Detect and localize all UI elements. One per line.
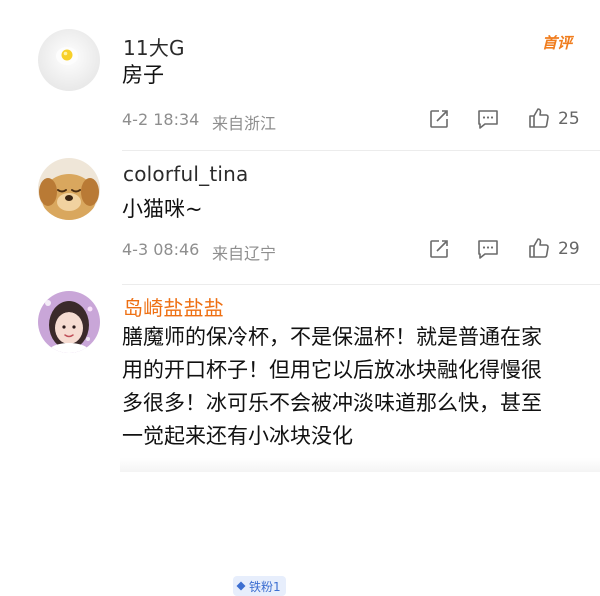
comment-icon	[478, 110, 498, 129]
share-icon	[430, 240, 448, 258]
comment-text: 房子	[122, 63, 164, 87]
comment-text-line: 膳魔师的保冷杯，不是保温杯！就是普通在家	[122, 325, 542, 349]
avatar[interactable]	[38, 291, 100, 353]
thumbs-up-icon	[529, 108, 549, 128]
fried-egg-avatar-icon	[38, 29, 100, 91]
reply-button[interactable]	[475, 106, 501, 132]
thumbs-up-icon	[529, 238, 549, 258]
comment-location: 来自浙江	[212, 114, 277, 133]
comment-text-line: 一觉起来还有小冰块没化	[122, 424, 353, 448]
reply-button[interactable]	[475, 236, 501, 262]
puppy-avatar-icon	[38, 158, 100, 220]
comment-icon	[478, 240, 498, 259]
comment-item: 11大G 房子 4-2 18:34 来自浙江 25	[0, 0, 600, 150]
username[interactable]: 11大G	[123, 32, 185, 61]
comment-text-line: 多很多！冰可乐不会被冲淡味道那么快，甚至	[122, 391, 542, 415]
fan-level-badge: 铁粉1	[233, 576, 286, 596]
share-button[interactable]	[426, 236, 452, 262]
fan-badge-label: 铁粉1	[249, 579, 281, 594]
comment-item: 岛崎盐盐盐 铁粉1 膳魔师的保冷杯，不是保温杯！就是普通在家 用的开口杯子！但用…	[0, 284, 600, 596]
share-button[interactable]	[426, 106, 452, 132]
share-icon	[430, 110, 448, 128]
comment-text-line: 用的开口杯子！但用它以后放冰块融化得慢很	[122, 358, 542, 382]
girl-avatar-icon	[38, 291, 100, 353]
next-row-edge	[120, 458, 600, 472]
username[interactable]: 岛崎盐盐盐	[123, 292, 224, 321]
comment-item: colorful_tina 小猫咪~ 4-3 08:46 来自辽宁 29	[0, 150, 600, 285]
diamond-icon	[236, 581, 246, 591]
comment-text: 小猫咪~	[122, 197, 203, 221]
comment-time: 4-2 18:34	[122, 110, 200, 129]
comment-location: 来自辽宁	[212, 244, 277, 263]
like-button[interactable]	[526, 105, 552, 131]
like-button[interactable]	[526, 235, 552, 261]
avatar[interactable]	[38, 158, 100, 220]
username[interactable]: colorful_tina	[123, 162, 248, 186]
like-count: 25	[558, 109, 580, 129]
avatar[interactable]	[38, 29, 100, 91]
comment-time: 4-3 08:46	[122, 240, 200, 259]
like-count: 29	[558, 239, 580, 259]
